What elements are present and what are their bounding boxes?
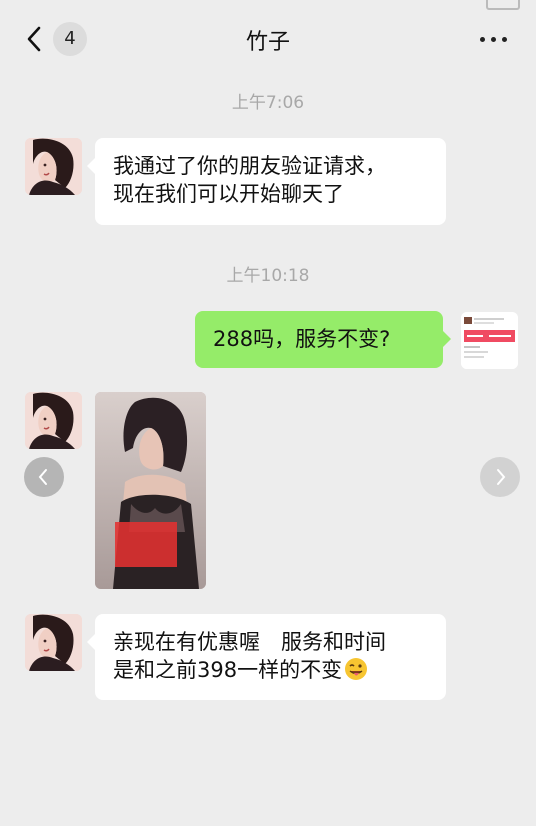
battery-icon	[486, 0, 520, 10]
next-image-button[interactable]	[480, 457, 520, 497]
previous-image-button[interactable]	[24, 457, 64, 497]
more-options-button[interactable]	[480, 24, 510, 54]
message-text-line: 288吗，服务不变?	[213, 327, 391, 351]
image-caption-overlay	[115, 522, 177, 567]
ellipsis-icon	[480, 37, 485, 42]
message-timestamp: 上午7:06	[231, 93, 305, 113]
message-text-line: 我通过了你的朋友验证请求，	[113, 154, 386, 178]
image-message[interactable]	[95, 392, 206, 589]
status-bar	[0, 0, 536, 10]
message-text-line: 是和之前398一样的不变	[113, 658, 343, 682]
message-timestamp: 上午10:18	[226, 266, 310, 286]
chevron-left-icon	[38, 469, 47, 485]
contact-avatar[interactable]	[25, 614, 82, 671]
navigation-bar: 4 竹子	[0, 10, 536, 68]
chat-title: 竹子	[245, 30, 290, 55]
chevron-right-icon	[497, 469, 506, 485]
contact-avatar[interactable]	[25, 392, 82, 449]
contact-avatar[interactable]	[25, 138, 82, 195]
incoming-message-bubble[interactable]: 我通过了你的朋友验证请求， 现在我们可以开始聊天了	[87, 138, 446, 225]
message-text-line: 现在我们可以开始聊天了	[113, 182, 344, 206]
self-avatar[interactable]	[461, 312, 518, 369]
winking-tongue-face-icon	[345, 658, 368, 680]
incoming-message-bubble[interactable]: 亲现在有优惠喔 服务和时间 是和之前398一样的不变	[87, 614, 446, 700]
message-text-line: 亲现在有优惠喔 服务和时间	[113, 630, 386, 654]
outgoing-message-bubble[interactable]: 288吗，服务不变?	[195, 311, 451, 368]
